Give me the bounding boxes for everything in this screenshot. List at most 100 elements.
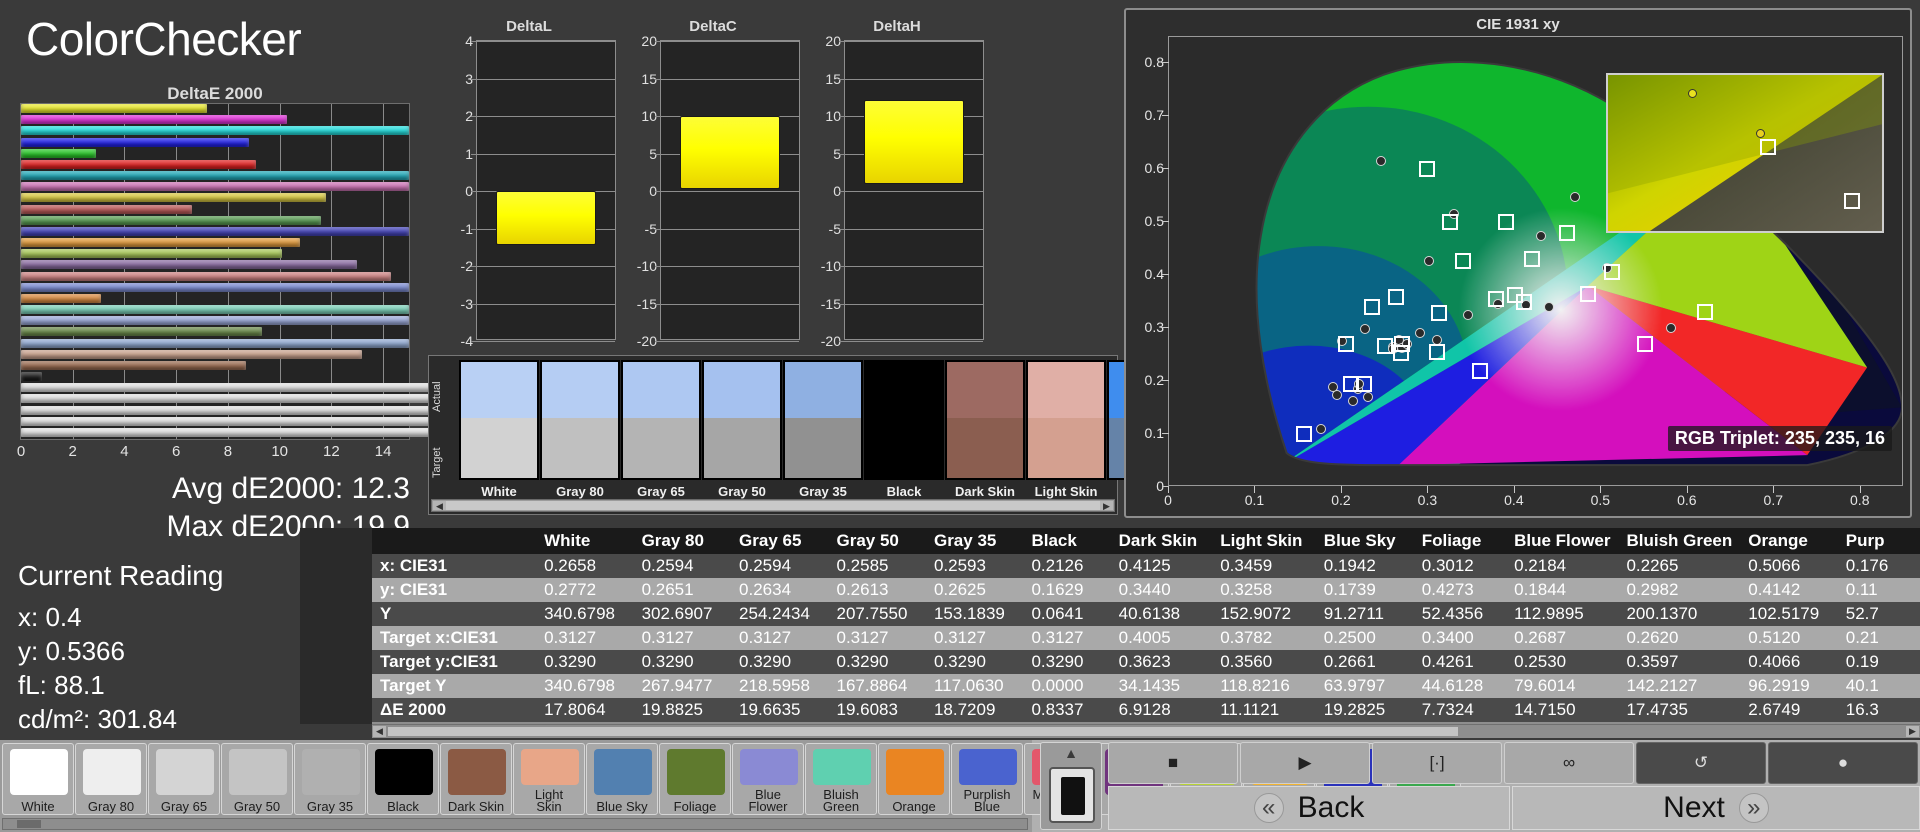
cie-1931-panel: CIE 1931 xy: [1124, 8, 1912, 518]
cie-y-tickmark: [1162, 168, 1169, 169]
continuous-button[interactable]: ∞: [1504, 742, 1634, 784]
play-button[interactable]: ▶: [1240, 742, 1370, 784]
table-column-header[interactable]: White: [536, 528, 633, 554]
power-button[interactable]: ●: [1768, 742, 1918, 784]
swatch-button-gray-35[interactable]: Gray 35: [294, 743, 366, 815]
table-column-header[interactable]: Purp: [1838, 528, 1920, 554]
strip-cell[interactable]: [540, 360, 620, 480]
strip-scroll-thumb[interactable]: [446, 501, 1100, 510]
strip-cell[interactable]: [945, 360, 1025, 480]
deltae-bar-row: [21, 238, 409, 249]
stop-button[interactable]: ■: [1108, 742, 1238, 784]
swatch-button-white[interactable]: White: [2, 743, 74, 815]
table-row: y: CIE310.27720.26510.26340.26130.26250.…: [372, 578, 1920, 602]
deltae-x-tick: 4: [120, 443, 128, 460]
swatch-button-gray-50[interactable]: Gray 50: [221, 743, 293, 815]
table-scroll-left-arrow[interactable]: ◀: [373, 726, 386, 737]
table-column-header[interactable]: Orange: [1740, 528, 1837, 554]
cie-target-square: [1580, 286, 1596, 302]
measurement-data-table[interactable]: WhiteGray 80Gray 65Gray 50Gray 35BlackDa…: [372, 528, 1920, 738]
strip-scroll-right-arrow[interactable]: ▶: [1100, 501, 1113, 510]
swatch-button-black[interactable]: Black: [367, 743, 439, 815]
swatch-button-light-skin[interactable]: LightSkin: [513, 743, 585, 815]
table-column-header[interactable]: Gray 80: [634, 528, 731, 554]
table-column-header[interactable]: Dark Skin: [1111, 528, 1213, 554]
strip-cell[interactable]: [621, 360, 701, 480]
swatch-button-blue-flower[interactable]: BlueFlower: [732, 743, 804, 815]
swatch-label: BluishGreen: [806, 789, 876, 813]
table-column-header[interactable]: Black: [1023, 528, 1110, 554]
table-scroll-right-arrow[interactable]: ▶: [1906, 726, 1919, 737]
refresh-button[interactable]: ↺: [1636, 742, 1766, 784]
table-row-header: Y: [372, 602, 536, 626]
cie-y-tickmark: [1162, 433, 1169, 434]
cie-target-square: [1377, 338, 1393, 354]
table-column-header[interactable]: Blue Sky: [1316, 528, 1414, 554]
cie-chromaticity-plot[interactable]: RGB Triplet: 235, 235, 16: [1168, 36, 1903, 486]
swatch-button-gray-65[interactable]: Gray 65: [148, 743, 220, 815]
table-cell: 0.1844: [1506, 578, 1618, 602]
cie-target-square: [1338, 336, 1354, 352]
cie-y-tickmark: [1162, 115, 1169, 116]
table-cell: 0.2613: [829, 578, 926, 602]
table-column-header[interactable]: Light Skin: [1212, 528, 1316, 554]
deltae-bar-row: [21, 406, 409, 417]
swatch-scrollbar[interactable]: [2, 818, 1028, 830]
strip-cell[interactable]: [459, 360, 539, 480]
swatch-button-blue-sky[interactable]: Blue Sky: [586, 743, 658, 815]
strip-cell[interactable]: [864, 360, 944, 480]
table-scroll-thumb[interactable]: [388, 727, 1458, 736]
deltae-bar: [21, 316, 409, 325]
table-column-header[interactable]: Blue Flower: [1506, 528, 1618, 554]
table-column-header[interactable]: Bluish Green: [1618, 528, 1740, 554]
table-column-header[interactable]: Gray 35: [926, 528, 1023, 554]
table-cell: 0.3400: [1414, 626, 1506, 650]
cie-target-square: [1296, 426, 1312, 442]
table-scrollbar[interactable]: ◀ ▶: [372, 724, 1920, 738]
reading-y: y: 0.5366: [18, 636, 125, 667]
strip-cell[interactable]: [783, 360, 863, 480]
strip-cell[interactable]: [1026, 360, 1106, 480]
swatch-button-bluish-green[interactable]: BluishGreen: [805, 743, 877, 815]
strip-scrollbar[interactable]: ◀ ▶: [431, 499, 1115, 512]
back-button-label: Back: [1298, 791, 1365, 825]
swatch-button-gray-80[interactable]: Gray 80: [75, 743, 147, 815]
mini-tick-mark: [839, 154, 845, 155]
mini-tick-mark: [839, 229, 845, 230]
strip-cell[interactable]: [702, 360, 782, 480]
table-cell: 0.1942: [1316, 554, 1414, 578]
deltae-x-tick: 14: [375, 443, 392, 460]
mini-gridline: [477, 41, 615, 42]
table-column-header[interactable]: Foliage: [1414, 528, 1506, 554]
color-swatch-selector[interactable]: WhiteGray 80Gray 65Gray 50Gray 35BlackDa…: [0, 740, 1032, 832]
table-cell: 0.3290: [926, 650, 1023, 674]
meter-up-icon[interactable]: ▲: [1041, 745, 1101, 765]
mini-chart-plot: 20151050-5-10-15-20: [844, 40, 984, 340]
swatch-button-purplish-blue[interactable]: PurplishBlue: [951, 743, 1023, 815]
strip-scroll-left-arrow[interactable]: ◀: [433, 501, 446, 510]
meter-preview-widget[interactable]: ▲: [1040, 742, 1102, 830]
table-column-header[interactable]: Gray 65: [731, 528, 828, 554]
mini-tick-mark: [471, 41, 477, 42]
table-cell: 118.8216: [1212, 674, 1316, 698]
table-cell: 0.2620: [1618, 626, 1740, 650]
swatch-button-foliage[interactable]: Foliage: [659, 743, 731, 815]
swatch-scroll-thumb[interactable]: [17, 820, 41, 828]
deltae-bar-row: [21, 428, 409, 439]
measure-button[interactable]: [·]: [1372, 742, 1502, 784]
cie-target-square: [1364, 299, 1380, 315]
swatch-label: LightSkin: [514, 789, 584, 813]
swatch-button-orange[interactable]: Orange: [878, 743, 950, 815]
table-column-header[interactable]: Gray 50: [829, 528, 926, 554]
next-button[interactable]: Next »: [1512, 786, 1920, 830]
deltae-bar: [21, 115, 287, 124]
mini-gridline: [661, 191, 799, 192]
strip-label-target: Target: [431, 447, 443, 478]
back-button[interactable]: « Back: [1108, 786, 1510, 830]
table-cell: 40.1: [1838, 674, 1920, 698]
cie-target-square: [1442, 214, 1458, 230]
deltae-bar-row: [21, 372, 409, 383]
table-cell: 254.2434: [731, 602, 828, 626]
swatch-button-dark-skin[interactable]: Dark Skin: [440, 743, 512, 815]
table-cell: 0.0641: [1023, 602, 1110, 626]
